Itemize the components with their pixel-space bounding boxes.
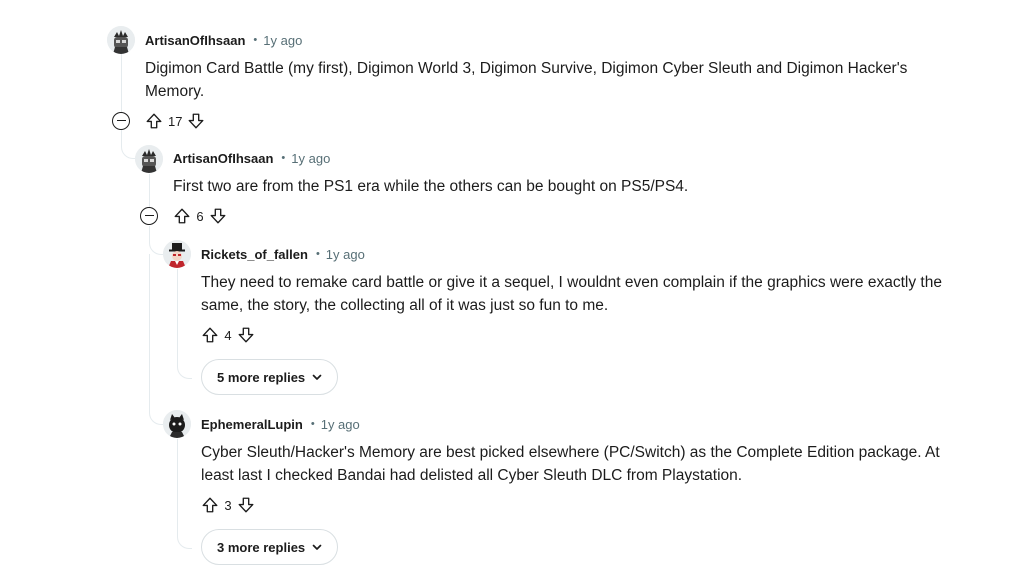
comment-thread: ArtisanOfIhsaan • 1y ago Digimon Card Ba… [0,0,1024,576]
author-name[interactable]: ArtisanOfIhsaan [173,151,273,166]
comment-meta: ArtisanOfIhsaan • 1y ago [173,148,330,168]
downvote-icon[interactable] [208,206,228,226]
comment-actions: 17 [144,110,206,132]
thread-branch-c3 [149,226,164,255]
comment-body: First two are from the PS1 era while the… [173,178,689,195]
robot-avatar-icon[interactable] [107,26,135,54]
upvote-icon[interactable] [144,111,164,131]
comment-meta: Rickets_of_fallen • 1y ago [201,244,365,264]
downvote-icon[interactable] [186,111,206,131]
meta-separator: • [253,34,258,46]
more-replies-label: 3 more replies [217,539,306,555]
comment-timestamp[interactable]: 1y ago [326,247,365,262]
author-name[interactable]: EphemeralLupin [201,417,303,432]
comment-body: Cyber Sleuth/Hacker's Memory are best pi… [201,444,940,484]
meta-separator: • [310,418,315,430]
thread-line-level-3b [177,439,178,529]
more-replies-label: 5 more replies [217,369,306,385]
upvote-icon[interactable] [200,325,220,345]
vote-score: 4 [224,327,232,343]
downvote-icon[interactable] [236,325,256,345]
more-replies-button[interactable]: 5 more replies [201,359,339,395]
comment-timestamp[interactable]: 1y ago [263,33,302,48]
comment-meta: EphemeralLupin • 1y ago [201,414,360,434]
top-hat-avatar-icon[interactable] [163,240,191,268]
downvote-icon[interactable] [236,495,256,515]
author-name[interactable]: Rickets_of_fallen [201,247,308,262]
comment-actions: 3 [200,494,256,516]
chevron-down-icon [312,544,322,550]
vote-score: 3 [224,497,232,513]
upvote-icon[interactable] [200,495,220,515]
chevron-down-icon [312,374,322,380]
thread-branch-more-1 [177,350,192,379]
thread-line-level-2 [149,174,150,208]
thread-branch-c2 [121,130,136,159]
comment-body: They need to remake card battle or give … [201,274,942,314]
author-name[interactable]: ArtisanOfIhsaan [145,33,245,48]
thread-line-level-1 [121,54,122,112]
thread-line-level-3a [177,269,178,359]
vote-score: 17 [168,113,183,129]
robot-avatar-icon[interactable] [135,145,163,173]
upvote-icon[interactable] [172,206,192,226]
comment-meta: ArtisanOfIhsaan • 1y ago [145,30,302,50]
collapse-thread-button[interactable] [140,207,158,225]
comment-timestamp[interactable]: 1y ago [291,151,330,166]
comment-actions: 4 [200,324,256,346]
meta-separator: • [315,248,320,260]
thread-branch-more-2 [177,520,192,549]
comment-actions: 6 [172,205,228,227]
thread-branch-c4 [149,396,164,425]
thread-line-level-2c [149,254,150,412]
vote-score: 6 [196,208,204,224]
meta-separator: • [281,152,286,164]
comment-timestamp[interactable]: 1y ago [321,417,360,432]
wolf-avatar-icon[interactable] [163,410,191,438]
more-replies-button[interactable]: 3 more replies [201,529,339,565]
collapse-thread-button[interactable] [112,112,130,130]
comment-body: Digimon Card Battle (my first), Digimon … [145,60,908,100]
